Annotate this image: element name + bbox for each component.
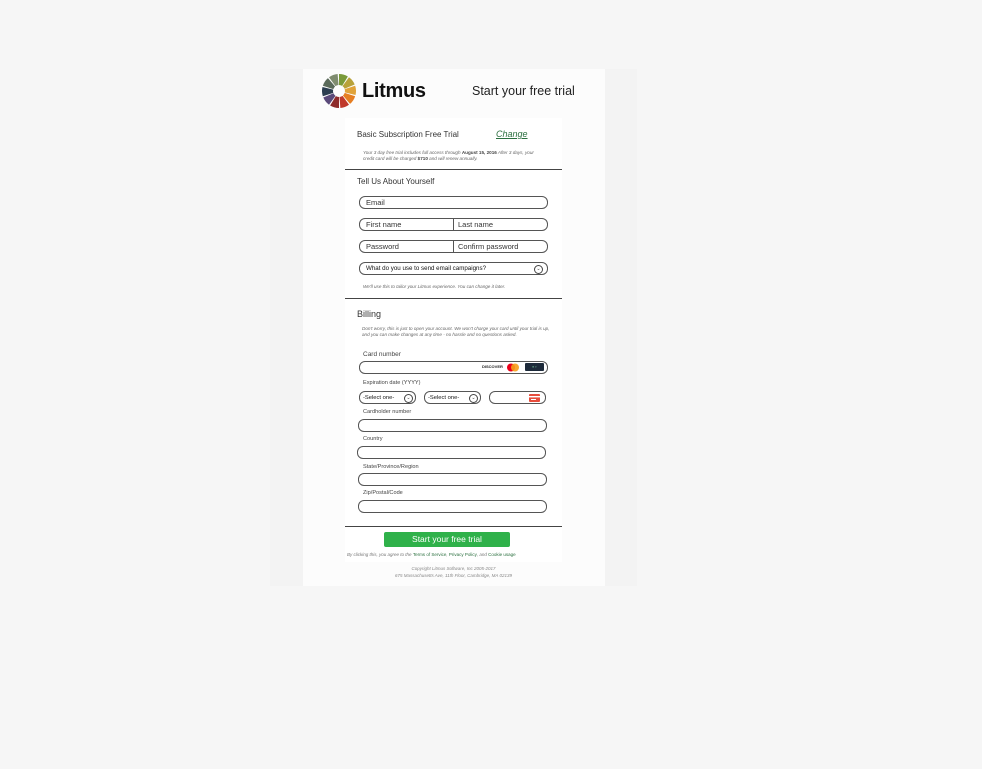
- password-fields: Password Confirm password: [359, 240, 548, 253]
- cvc-field[interactable]: [489, 391, 546, 404]
- field-divider: [453, 219, 454, 230]
- page-headline: Start your free trial: [472, 84, 575, 98]
- terms-text: By clicking this, you agree to the Terms…: [347, 552, 516, 557]
- privacy-link[interactable]: Privacy Policy: [449, 552, 477, 557]
- amex-card-icon: ▪ ▫: [525, 363, 544, 371]
- section-divider: [345, 298, 562, 299]
- start-trial-button[interactable]: Start your free trial: [384, 532, 510, 547]
- section-divider: [345, 169, 562, 170]
- billing-note: Don't worry, this is just to open your a…: [362, 326, 550, 337]
- about-help-text: We'll use this to tailor your Litmus exp…: [363, 284, 506, 289]
- chevron-down-icon: ⌄: [404, 394, 413, 403]
- last-name-field[interactable]: Last name: [458, 220, 493, 230]
- billing-heading: Billing: [357, 309, 382, 319]
- cardholder-label: Cardholder number: [363, 409, 412, 415]
- zip-field[interactable]: [358, 500, 547, 513]
- cvc-card-icon: [529, 394, 540, 402]
- zip-label: Zip/Postal/Code: [363, 490, 403, 496]
- state-label: State/Province/Region: [363, 464, 419, 470]
- about-heading: Tell Us About Yourself: [357, 177, 435, 186]
- first-name-field[interactable]: First name: [366, 220, 401, 230]
- country-label: Country: [363, 436, 383, 442]
- litmus-logo-icon: [322, 74, 356, 108]
- chevron-down-icon: ⌄: [534, 265, 543, 274]
- terms-link[interactable]: Terms of Service: [413, 552, 447, 557]
- card-number-label: Card number: [363, 351, 401, 358]
- section-divider: [345, 526, 562, 527]
- expiry-year-select[interactable]: -Select one- ⌄: [424, 391, 481, 404]
- country-field[interactable]: [357, 446, 546, 459]
- cardholder-field[interactable]: [358, 419, 547, 432]
- expiration-label: Expiration date (YYYY): [363, 380, 421, 386]
- name-fields: First name Last name: [359, 218, 548, 231]
- change-plan-link[interactable]: Change: [496, 129, 528, 139]
- email-tool-select[interactable]: What do you use to send email campaigns?…: [359, 262, 548, 275]
- plan-note: Your 3 day free trial includes full acce…: [363, 150, 534, 161]
- mastercard-icon: [507, 363, 519, 372]
- expiry-month-select[interactable]: -Select one- ⌄: [359, 391, 416, 404]
- state-field[interactable]: [358, 473, 547, 486]
- chevron-down-icon: ⌄: [469, 394, 478, 403]
- confirm-password-field[interactable]: Confirm password: [458, 242, 518, 252]
- cookie-link[interactable]: Cookie usage: [488, 552, 516, 557]
- address-text: 675 Massachusetts Ave, 11th Floor, Cambr…: [394, 573, 513, 578]
- discover-card-icon: DISCOVER: [482, 364, 503, 369]
- password-field[interactable]: Password: [366, 242, 399, 252]
- plan-name: Basic Subscription Free Trial: [357, 130, 459, 139]
- brand-name: Litmus: [362, 80, 426, 102]
- email-field[interactable]: Email: [359, 196, 548, 209]
- card-number-field[interactable]: DISCOVER ▪ ▫: [359, 361, 548, 374]
- field-divider: [453, 241, 454, 252]
- copyright-text: Copyright Litmus Software, Inc 2005-2017: [411, 566, 496, 571]
